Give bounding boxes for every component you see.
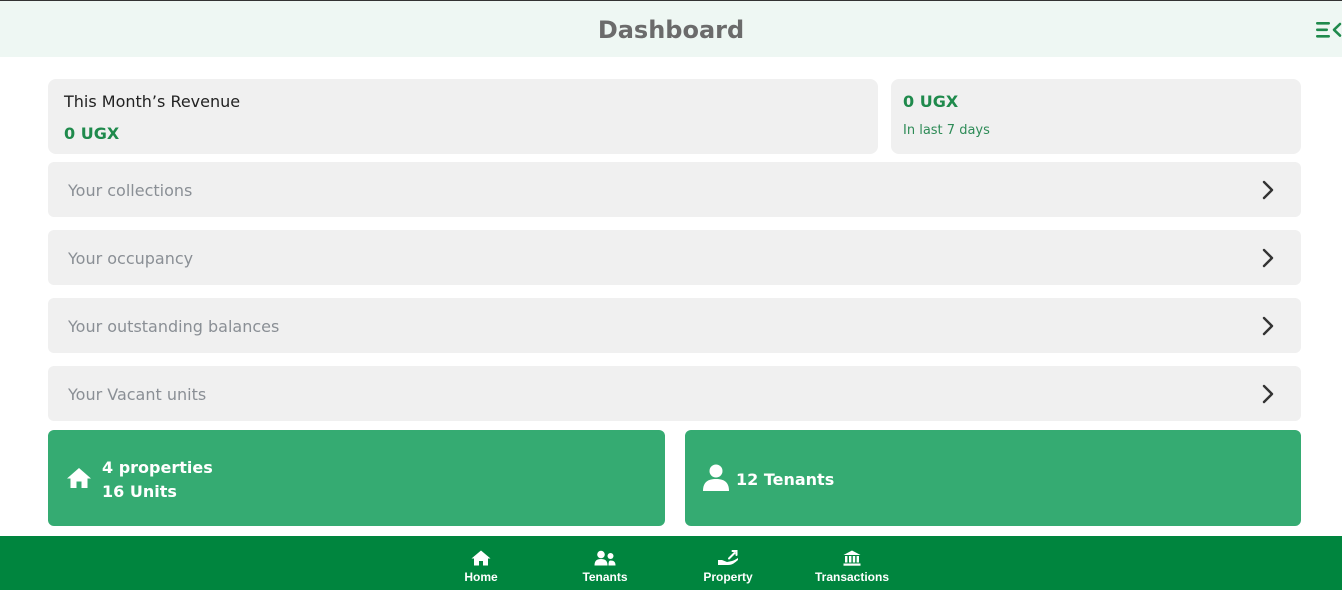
bank-icon xyxy=(843,550,861,566)
chevron-right-icon xyxy=(1262,384,1274,404)
row-label: Your outstanding balances xyxy=(68,317,280,336)
revenue-label: This Month’s Revenue xyxy=(64,92,241,111)
chevron-right-icon xyxy=(1262,248,1274,268)
units-count: 16 Units xyxy=(102,482,177,501)
weekly-subtitle: In last 7 days xyxy=(903,123,990,138)
nav-home[interactable]: Home xyxy=(450,536,512,590)
top-bar: Dashboard xyxy=(0,0,1342,57)
nav-label: Tenants xyxy=(582,570,628,584)
nav-property[interactable]: Property xyxy=(692,536,764,590)
tenants-count: 12 Tenants xyxy=(736,470,835,489)
home-icon xyxy=(471,550,491,566)
properties-count: 4 properties xyxy=(102,458,213,477)
vacant-units-row[interactable]: Your Vacant units xyxy=(48,366,1301,421)
users-icon xyxy=(594,550,616,566)
row-label: Your occupancy xyxy=(68,249,194,268)
properties-summary-card[interactable]: 4 properties 16 Units xyxy=(48,430,665,526)
menu-collapse-icon[interactable] xyxy=(1316,19,1342,41)
weekly-revenue-card: 0 UGX In last 7 days xyxy=(891,79,1301,154)
outstanding-balances-row[interactable]: Your outstanding balances xyxy=(48,298,1301,353)
monthly-revenue-card: This Month’s Revenue 0 UGX xyxy=(48,79,878,154)
nav-tenants[interactable]: Tenants xyxy=(570,536,640,590)
bottom-nav: Home Tenants Property Transactions xyxy=(0,536,1342,590)
row-label: Your Vacant units xyxy=(68,385,207,404)
nav-transactions[interactable]: Transactions xyxy=(808,536,896,590)
chevron-right-icon xyxy=(1262,316,1274,336)
nav-label: Home xyxy=(464,570,498,584)
chevron-right-icon xyxy=(1262,180,1274,200)
revenue-amount: 0 UGX xyxy=(64,124,120,143)
user-icon xyxy=(703,464,729,491)
collections-row[interactable]: Your collections xyxy=(48,162,1301,217)
nav-label: Transactions xyxy=(814,570,890,584)
tenants-summary-card[interactable]: 12 Tenants xyxy=(685,430,1301,526)
nav-label: Property xyxy=(703,570,753,584)
occupancy-row[interactable]: Your occupancy xyxy=(48,230,1301,285)
page-title: Dashboard xyxy=(597,16,745,44)
row-label: Your collections xyxy=(68,181,193,200)
home-icon xyxy=(67,468,91,488)
hand-key-icon xyxy=(718,550,738,565)
weekly-amount: 0 UGX xyxy=(903,92,959,111)
